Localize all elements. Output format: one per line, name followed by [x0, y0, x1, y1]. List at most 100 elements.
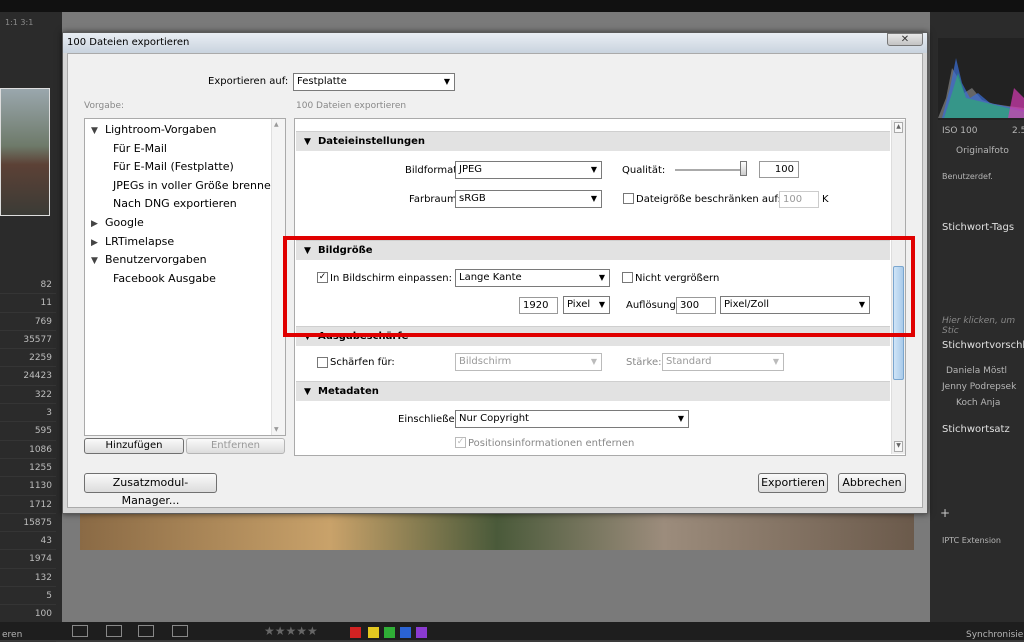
- original-photo-label[interactable]: Originalfoto: [956, 146, 1009, 156]
- preset-label[interactable]: Benutzerdef.: [942, 172, 993, 181]
- color-label-green-icon[interactable]: [384, 627, 395, 638]
- close-icon[interactable]: ✕: [887, 33, 923, 46]
- disclosure-open-icon: ▼: [304, 387, 311, 397]
- chevron-down-icon: ▼: [772, 357, 779, 366]
- disclosure-open-icon[interactable]: ▼: [91, 252, 105, 271]
- preset-label: JPEGs in voller Größe brennen: [113, 178, 278, 192]
- quality-input[interactable]: 100: [759, 161, 799, 178]
- folder-count: 5: [0, 587, 56, 606]
- scroll-down-icon[interactable]: ▼: [894, 441, 903, 452]
- folder-count: 100: [0, 605, 56, 624]
- dialog-titlebar: 100 Dateien exportieren: [63, 33, 927, 53]
- limit-size-unit: K: [822, 194, 829, 205]
- zoom-levels[interactable]: 1:1 3:1: [0, 18, 62, 30]
- folder-count: 15875: [0, 514, 56, 533]
- sharpen-label[interactable]: Schärfen für:: [330, 357, 395, 368]
- colorspace-label: Farbraum:: [409, 194, 461, 205]
- plus-icon[interactable]: +: [940, 506, 950, 520]
- quality-value: 100: [774, 164, 794, 175]
- preset-label: Für E-Mail (Festplatte): [113, 160, 234, 174]
- loupe-view-icon[interactable]: [106, 625, 122, 637]
- rating-stars-icon[interactable]: ★★★★★: [264, 624, 318, 638]
- sharpen-select[interactable]: Bildschirm ▼: [455, 353, 602, 371]
- bottom-left-label[interactable]: eren: [2, 630, 22, 640]
- aperture-value: 2.5: [1012, 126, 1024, 136]
- color-label-purple-icon[interactable]: [416, 627, 427, 638]
- chevron-down-icon: ▼: [590, 165, 597, 174]
- preset-label: Benutzervorgaben: [105, 253, 207, 267]
- highlight-box: [283, 236, 915, 337]
- add-preset-button[interactable]: Hinzufügen: [84, 438, 184, 454]
- export-button[interactable]: Exportieren: [758, 473, 828, 493]
- plugin-manager-button[interactable]: Zusatzmodul-Manager...: [84, 473, 217, 507]
- survey-view-icon[interactable]: [172, 625, 188, 637]
- preset-folder[interactable]: ▶ LRTimelapse: [85, 233, 285, 252]
- export-to-select[interactable]: Festplatte ▼: [293, 73, 455, 91]
- disclosure-open-icon[interactable]: ▼: [91, 122, 105, 141]
- preset-item[interactable]: JPEGs in voller Größe brennen: [85, 177, 285, 196]
- scroll-down-icon[interactable]: ▼: [274, 426, 279, 433]
- checkmark-icon: ✓: [456, 437, 465, 447]
- preset-folder[interactable]: ▶ Google: [85, 214, 285, 233]
- preset-item[interactable]: Für E-Mail: [85, 140, 285, 159]
- file-settings-section[interactable]: ▼ Dateieinstellungen: [296, 131, 890, 151]
- folder-count: 1255: [0, 459, 56, 478]
- color-label-yellow-icon[interactable]: [368, 627, 379, 638]
- export-to-label: Exportieren auf:: [208, 76, 289, 87]
- cancel-button[interactable]: Abbrechen: [838, 473, 906, 493]
- preset-item[interactable]: Für E-Mail (Festplatte): [85, 158, 285, 177]
- preset-folder[interactable]: ▼ Lightroom-Vorgaben: [85, 121, 285, 140]
- preset-label: Vorgabe:: [84, 101, 125, 111]
- folder-count: 24423: [0, 367, 56, 386]
- preset-label: Lightroom-Vorgaben: [105, 123, 217, 136]
- format-select[interactable]: JPEG ▼: [455, 161, 602, 179]
- photo-preview: [80, 514, 914, 550]
- scroll-up-icon[interactable]: ▲: [274, 121, 279, 128]
- quality-slider-track[interactable]: [675, 169, 747, 171]
- folder-count: 11: [0, 294, 56, 313]
- preset-item[interactable]: Facebook Ausgabe: [85, 270, 285, 289]
- folder-count: 35577: [0, 331, 56, 350]
- disclosure-open-icon: ▼: [304, 137, 311, 147]
- compare-view-icon[interactable]: [138, 625, 154, 637]
- preset-tree[interactable]: ▼ Lightroom-Vorgaben Für E-Mail Für E-Mail …: [84, 118, 286, 436]
- sync-button[interactable]: Synchronisie: [966, 630, 1023, 640]
- preset-label: LRTimelapse: [105, 234, 175, 248]
- navigator-thumbnail[interactable]: [0, 88, 50, 216]
- preset-label: Google: [105, 215, 144, 229]
- keyword-suggestion[interactable]: Jenny Podrepsek: [942, 382, 1016, 392]
- disclosure-closed-icon[interactable]: ▶: [91, 234, 105, 253]
- colorspace-select[interactable]: sRGB ▼: [455, 190, 602, 208]
- keyword-tags-header[interactable]: Stichwort-Tags: [942, 222, 1014, 233]
- file-settings-title: Dateieinstellungen: [318, 136, 426, 147]
- disclosure-closed-icon[interactable]: ▶: [91, 215, 105, 234]
- preset-item[interactable]: Nach DNG exportieren: [85, 195, 285, 214]
- folder-count: 82: [0, 276, 56, 295]
- keyword-suggestion[interactable]: Koch Anja: [956, 398, 1000, 408]
- quality-slider-thumb[interactable]: [740, 161, 747, 176]
- preset-folder[interactable]: ▼ Benutzervorgaben: [85, 251, 285, 270]
- limit-size-input[interactable]: 100: [779, 191, 819, 208]
- limit-size-checkbox[interactable]: [623, 193, 634, 204]
- scroll-up-icon[interactable]: ▲: [894, 122, 903, 133]
- keyword-suggestions-header[interactable]: Stichwortvorschlä: [942, 340, 1024, 351]
- chevron-down-icon: ▼: [590, 194, 597, 203]
- include-select[interactable]: Nur Copyright ▼: [455, 410, 689, 428]
- remove-preset-button[interactable]: Entfernen: [186, 438, 285, 454]
- grid-view-icon[interactable]: [72, 625, 88, 637]
- top-bar: [0, 0, 1024, 12]
- remove-location-label[interactable]: Positionsinformationen entfernen: [468, 438, 634, 449]
- color-label-blue-icon[interactable]: [400, 627, 411, 638]
- keyword-hint[interactable]: Hier klicken, um Stic: [942, 316, 1024, 336]
- histogram: [938, 38, 1024, 120]
- color-label-red-icon[interactable]: [350, 627, 361, 638]
- sharpen-checkbox[interactable]: [317, 357, 328, 368]
- limit-size-label[interactable]: Dateigröße beschränken auf:: [636, 194, 781, 205]
- keyword-set-header[interactable]: Stichwortsatz: [942, 424, 1010, 435]
- remove-location-checkbox[interactable]: ✓: [455, 437, 466, 448]
- metadata-section[interactable]: ▼ Metadaten: [296, 381, 890, 401]
- strength-select[interactable]: Standard ▼: [662, 353, 784, 371]
- format-label: Bildformat:: [405, 165, 461, 176]
- iptc-label[interactable]: IPTC Extension: [942, 536, 1001, 545]
- keyword-suggestion[interactable]: Daniela Möstl: [946, 366, 1007, 376]
